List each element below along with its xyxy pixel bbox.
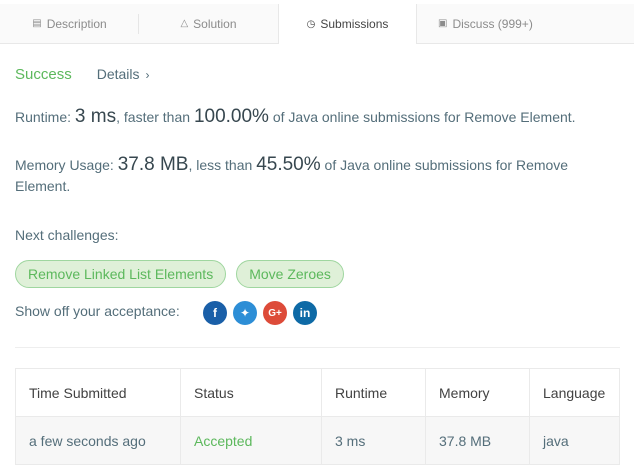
memory-line: Memory Usage: 37.8 MB, less than 45.50% … [15,154,615,197]
runtime-line: Runtime: 3 ms, faster than 100.00% of Ja… [15,106,615,128]
memory-mid: , less than [188,157,253,173]
details-label: Details [96,66,140,82]
column-header: Status [180,368,322,417]
social-share: f ✦ G+ in [203,301,323,325]
divider [15,347,620,348]
status-text: Success [15,66,72,83]
tab-discuss[interactable]: ▣ Discuss (999+) [417,4,551,43]
memory-cell: 37.8 MB [425,416,530,465]
runtime-percent: 100.00% [193,106,269,127]
runtime-suffix: of Java online submissions for Remove El… [272,109,576,125]
tab-label: Description [46,16,107,31]
memory-label: Memory Usage: [15,157,114,173]
document-icon: ▤ [32,18,42,29]
tab-label: Submissions [320,17,389,31]
challenge-chip[interactable]: Move Zeroes [236,260,344,288]
tab-solution[interactable]: △ Solution [139,4,278,43]
details-link[interactable]: Details › [97,66,150,82]
runtime-cell: 3 ms [321,416,426,465]
status-link[interactable]: Accepted [180,416,322,465]
clock-icon: ◷ [306,18,316,30]
comment-icon: ▣ [438,18,448,29]
tab-label: Solution [193,16,237,31]
column-header: Runtime [321,368,426,417]
table-row: a few seconds ago Accepted 3 ms 37.8 MB … [15,416,620,465]
tab-label: Discuss (999+) [452,16,533,31]
next-challenges-label: Next challenges: [15,227,119,243]
column-header: Language [529,368,620,417]
google-plus-icon[interactable]: G+ [263,301,287,325]
linkedin-icon[interactable]: in [293,301,317,325]
submissions-table: Time Submitted Status Runtime Memory Lan… [15,368,620,465]
flask-icon: △ [180,18,189,29]
challenge-chip[interactable]: Remove Linked List Elements [15,260,227,288]
table-header-row: Time Submitted Status Runtime Memory Lan… [15,368,620,417]
column-header: Time Submitted [15,368,181,417]
runtime-mid: , faster than [116,109,191,125]
tab-bar: ▤ Description △ Solution ◷ Submissions ▣… [0,4,634,44]
challenge-list: Remove Linked List Elements Move Zeroes [15,260,354,288]
runtime-value: 3 ms [74,106,117,127]
twitter-icon[interactable]: ✦ [233,301,257,325]
memory-value: 37.8 MB [117,154,189,175]
facebook-icon[interactable]: f [203,301,227,325]
share-label: Show off your acceptance: [15,303,180,319]
tab-description[interactable]: ▤ Description [0,4,139,43]
time-cell: a few seconds ago [15,416,181,465]
result-header: Success Details › [15,66,150,83]
chevron-right-icon: › [145,68,150,82]
column-header: Memory [425,368,530,417]
tab-submissions[interactable]: ◷ Submissions [278,4,417,44]
memory-percent: 45.50% [256,154,321,175]
runtime-label: Runtime: [15,109,72,125]
language-cell: java [529,416,620,465]
